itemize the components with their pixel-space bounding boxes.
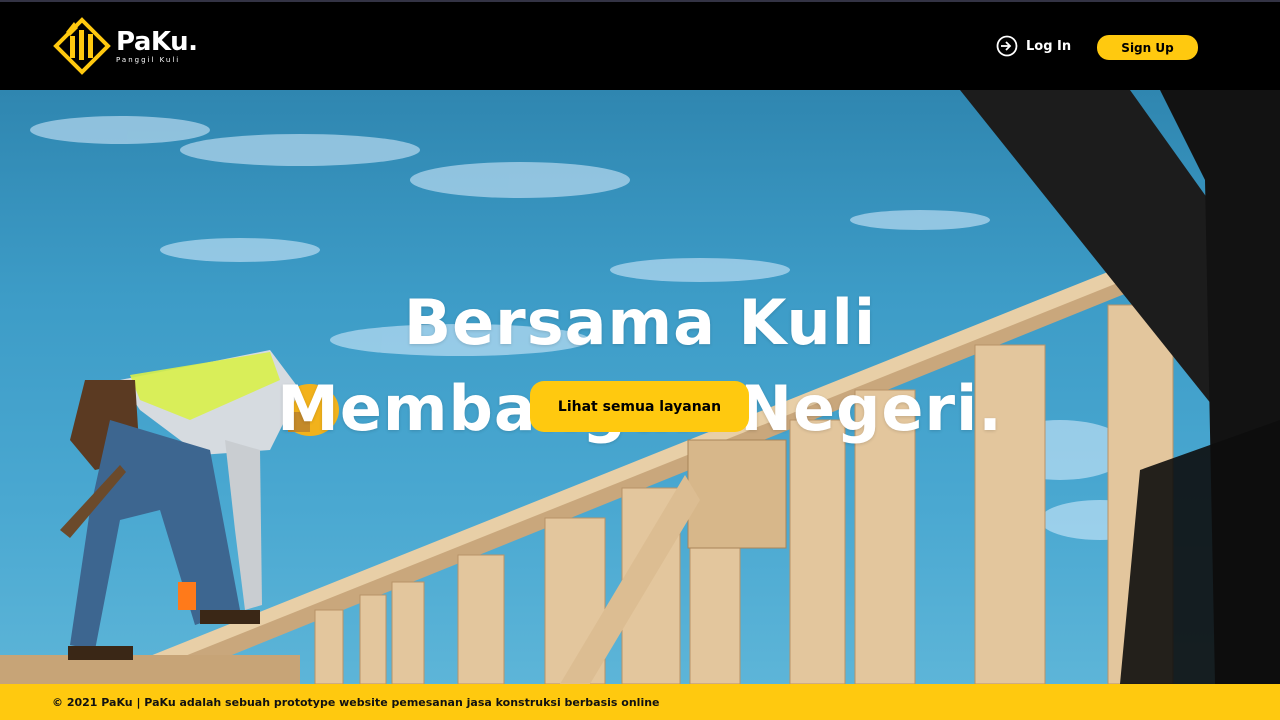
login-arrow-icon: [996, 35, 1018, 57]
view-all-services-button[interactable]: Lihat semua layanan: [530, 381, 749, 432]
login-button[interactable]: Log In: [996, 35, 1071, 57]
brand-logo[interactable]: PaKu. Panggil Kuli: [52, 16, 198, 76]
top-navbar: PaKu. Panggil Kuli Log In Sign Up: [0, 0, 1280, 90]
brand-name: PaKu.: [116, 26, 198, 57]
hero-section: Bersama Kuli Membangun Negeri. Lihat sem…: [0, 90, 1280, 684]
paku-logo-icon: [53, 17, 111, 75]
signup-button[interactable]: Sign Up: [1097, 35, 1198, 60]
hero-headline-line1: Bersama Kuli: [403, 286, 877, 359]
brand-tagline: Panggil Kuli: [116, 55, 181, 64]
brand-text: PaKu. Panggil Kuli: [116, 26, 198, 64]
footer-copyright: © 2021 PaKu | PaKu adalah sebuah prototy…: [52, 695, 660, 709]
footer-bar: © 2021 PaKu | PaKu adalah sebuah prototy…: [0, 684, 1280, 720]
login-label: Log In: [1026, 38, 1072, 54]
